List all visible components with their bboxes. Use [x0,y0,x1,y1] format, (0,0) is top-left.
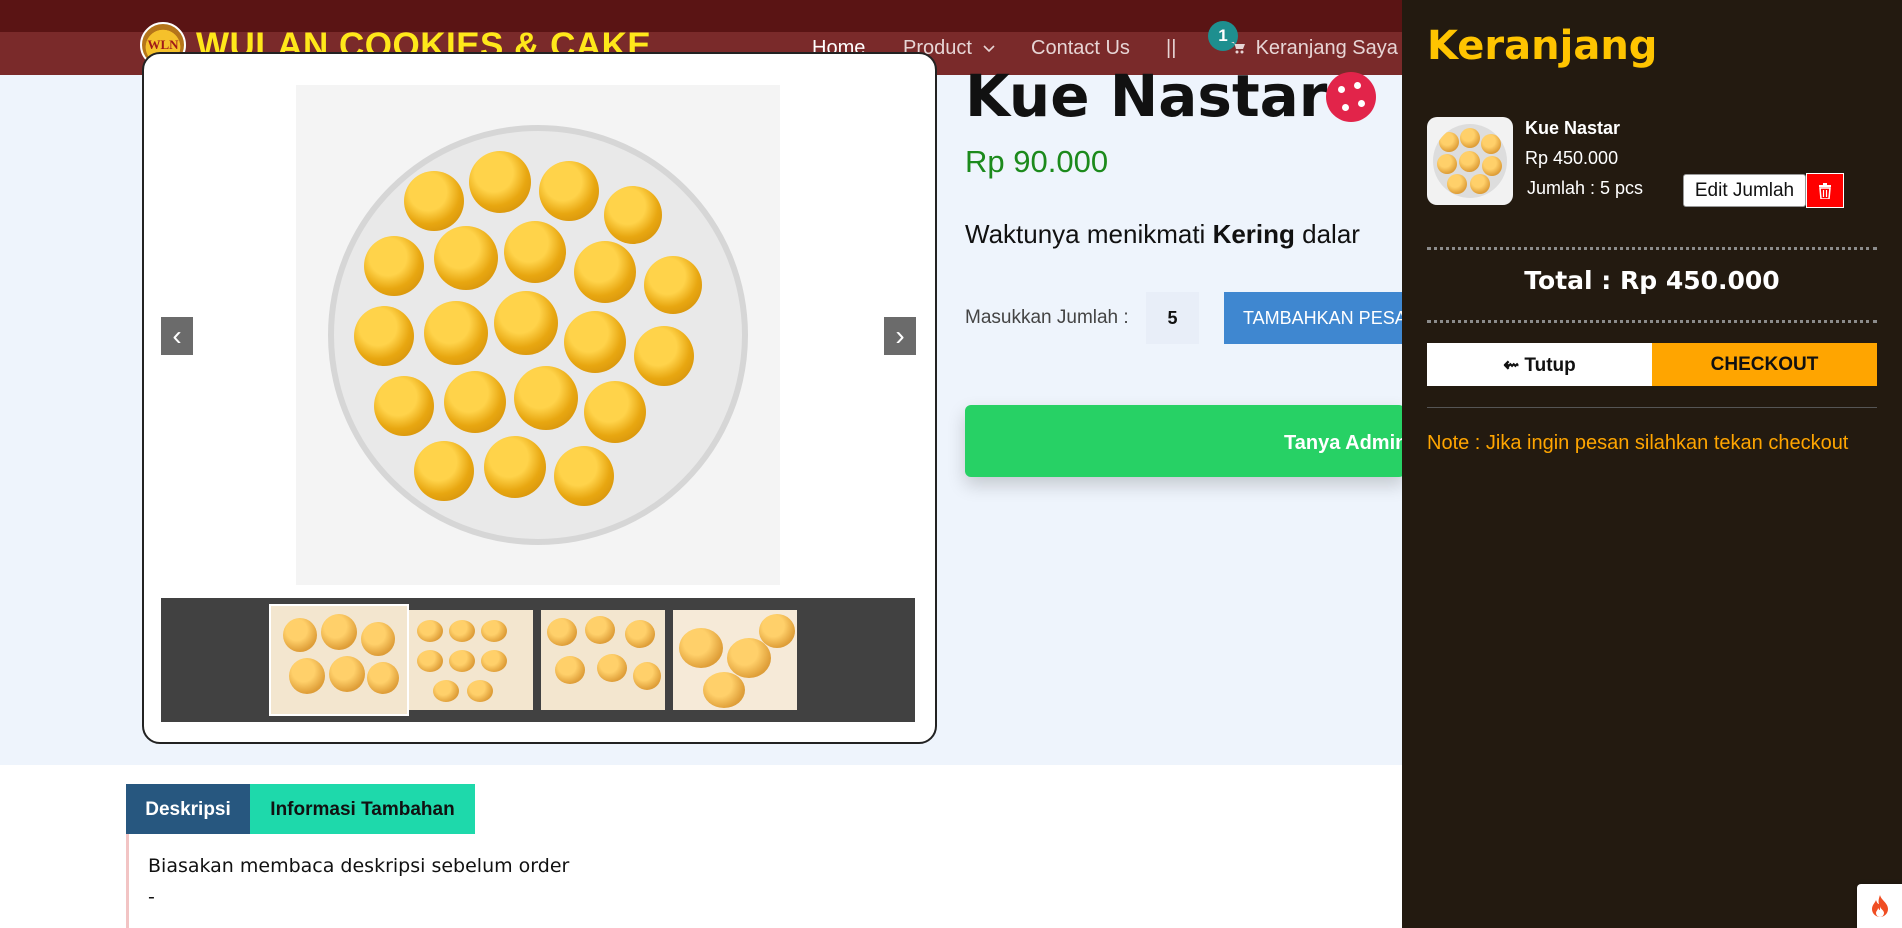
cart-item-name: Kue Nastar [1525,118,1621,138]
quantity-label: Masukkan Jumlah : [965,307,1129,328]
cookie-icon [1326,72,1376,122]
nav-cart-label: Keranjang Saya [1255,37,1398,59]
cart-note: Note : Jika ingin pesan silahkan tekan c… [1427,432,1849,454]
description-panel [126,834,1402,928]
close-cart-button[interactable]: ⇜ Tutup [1427,343,1652,386]
description-line-1: Biasakan membaca deskripsi sebelum order [148,855,570,877]
tagline-post: dalar [1294,219,1360,249]
tagline-pre: Waktunya menikmati [965,219,1213,249]
tagline-bold: Kering [1212,219,1295,249]
tab-description[interactable]: Deskripsi [126,784,250,834]
tab-additional-info[interactable]: Informasi Tambahan [250,784,475,834]
cart-item-price: Rp 450.000 [1525,148,1619,168]
cart-item-qty: Jumlah : 5 pcs [1527,178,1644,198]
logo-text: WLN [147,37,179,52]
description-line-2: - [148,886,155,908]
add-to-cart-button[interactable]: TAMBAHKAN PESANAN [1224,292,1404,344]
nav-cart[interactable]: Keranjang Saya [1230,37,1398,60]
thumbnail-strip [161,598,915,722]
chevron-down-icon [982,45,995,53]
gallery-next-button[interactable]: › [884,317,916,355]
cart-title: Keranjang [1427,23,1658,69]
gallery-prev-button[interactable]: ‹ [161,317,193,355]
divider-top [1427,247,1877,250]
nav-contact[interactable]: Contact Us [1031,37,1130,60]
trash-icon [1819,182,1831,199]
thumbnail-2[interactable] [409,610,533,710]
nastar-jar-image [328,125,748,545]
cart-total: Total : Rp 450.000 [1524,266,1780,295]
delete-item-button[interactable] [1806,173,1844,208]
thumbnail-4[interactable] [673,610,797,710]
product-title: Kue Nastar [965,62,1328,130]
floating-action-button[interactable] [1857,884,1902,928]
cart-item-image [1427,117,1513,205]
quantity-input[interactable] [1146,292,1199,344]
thumbnail-3[interactable] [541,610,665,710]
ask-admin-button[interactable]: Tanya Admin [965,405,1405,477]
edit-quantity-button[interactable]: Edit Jumlah [1683,174,1806,207]
divider-bottom [1427,320,1877,323]
product-tagline: Waktunya menikmati Kering dalar [965,219,1360,250]
product-main-image[interactable] [296,85,780,585]
nav-separator: || [1166,37,1177,59]
flame-icon [1871,895,1888,917]
thumbnail-1[interactable] [269,604,409,716]
cart-icon [1231,42,1245,54]
checkout-button[interactable]: CHECKOUT [1652,343,1877,386]
product-price: Rp 90.000 [965,144,1109,179]
divider-note [1427,407,1877,408]
